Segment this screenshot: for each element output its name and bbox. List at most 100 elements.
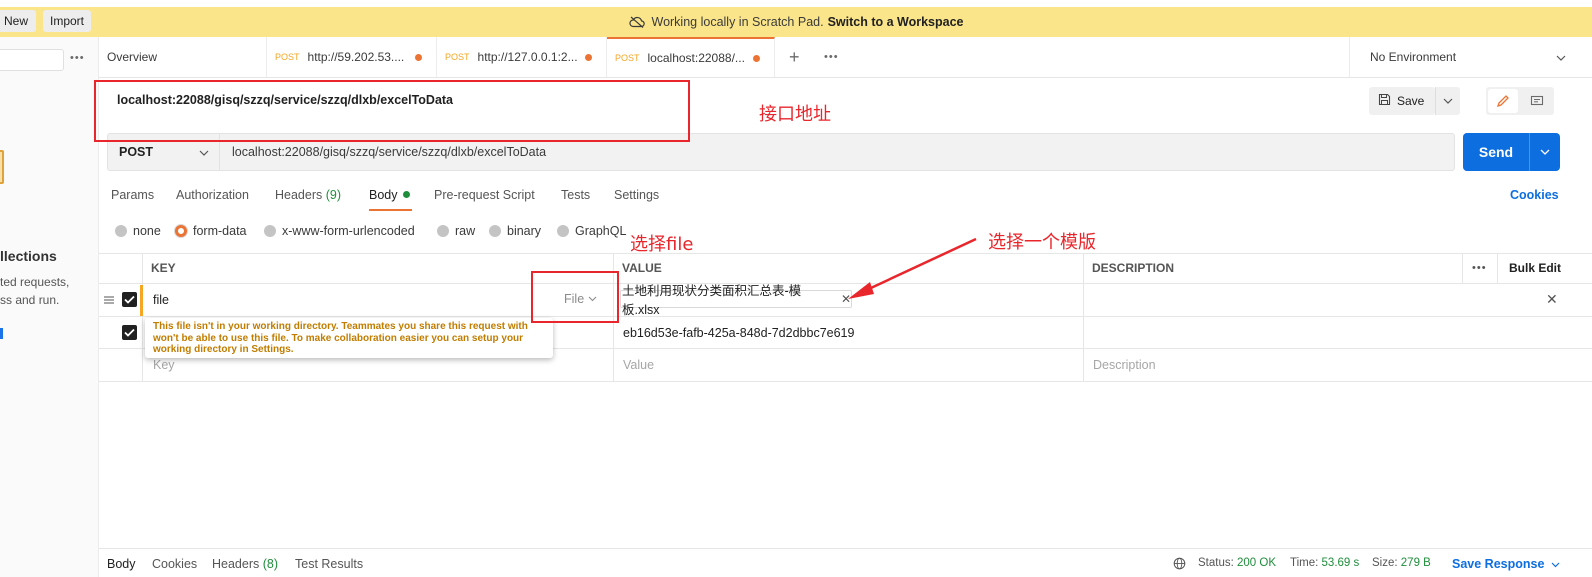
row-1-checkbox[interactable] xyxy=(122,292,137,307)
send-button[interactable]: Send xyxy=(1463,133,1529,171)
row-1-key[interactable]: file xyxy=(153,293,169,307)
radio-circle xyxy=(115,225,127,237)
tab-label: http://127.0.0.1:2... xyxy=(477,50,578,64)
radio-binary[interactable]: binary xyxy=(489,224,541,238)
send-dropdown-button[interactable] xyxy=(1529,133,1560,171)
column-divider xyxy=(1462,253,1463,284)
radio-label: raw xyxy=(455,224,476,238)
url-text: localhost:22088/gisq/szzq/service/szzq/d… xyxy=(232,145,547,159)
comment-icon xyxy=(1530,95,1544,105)
drag-handle-icon[interactable] xyxy=(103,294,115,308)
tab-method: POST xyxy=(615,53,640,63)
environment-selector[interactable]: No Environment xyxy=(1349,37,1592,77)
size-value: 279 B xyxy=(1400,557,1431,569)
headers-count: (9) xyxy=(325,188,342,202)
chevron-down-icon xyxy=(199,145,209,159)
save-label: Save xyxy=(1397,94,1425,108)
response-headers-label: Headers xyxy=(212,557,260,571)
row-divider xyxy=(99,381,1592,382)
size-label: Size: xyxy=(1372,557,1398,569)
row-focus-accent xyxy=(140,285,143,316)
table-more-icon[interactable]: ••• xyxy=(1472,262,1487,274)
sidebar-empty-heading: llections xyxy=(0,248,57,264)
radio-circle-selected xyxy=(175,225,187,237)
save-response-label: Save Response xyxy=(1452,557,1545,571)
column-divider xyxy=(1083,253,1084,381)
file-warning-tooltip: This file isn't in your working director… xyxy=(145,318,553,358)
pencil-icon xyxy=(1496,95,1509,108)
response-size: Size: 279 B xyxy=(1372,557,1431,569)
tab-label: Overview xyxy=(107,50,158,64)
radio-graphql[interactable]: GraphQL xyxy=(557,224,626,238)
tab-authorization[interactable]: Authorization xyxy=(176,188,249,202)
status-value: 200 OK xyxy=(1237,557,1277,569)
row-2-checkbox[interactable] xyxy=(122,325,137,340)
body-active-dot-icon xyxy=(402,191,410,198)
tab-body-label: Body xyxy=(369,188,398,202)
chevron-down-icon xyxy=(1443,98,1453,104)
tab-headers[interactable]: Headers (9) xyxy=(275,188,341,202)
tab-tests[interactable]: Tests xyxy=(561,188,590,202)
edit-pencil-button[interactable] xyxy=(1488,89,1518,113)
switch-workspace-link[interactable]: Switch to a Workspace xyxy=(828,15,964,29)
sidebar-link[interactable] xyxy=(0,328,3,339)
row-divider xyxy=(99,316,1592,317)
radio-raw[interactable]: raw xyxy=(437,224,475,238)
delete-row-icon[interactable]: ✕ xyxy=(1546,291,1558,308)
new-tab-plus-icon[interactable]: + xyxy=(789,47,800,68)
cloud-off-icon xyxy=(628,16,645,28)
banner-text: Working locally in Scratch Pad. xyxy=(651,15,824,29)
tab-request-1[interactable]: POST http://59.202.53.... xyxy=(267,37,437,77)
tabs-more-icon[interactable]: ••• xyxy=(824,51,839,63)
tab-headers-label: Headers xyxy=(275,188,323,202)
unsaved-dot-icon xyxy=(415,53,422,61)
sidebar-more-icon[interactable]: ••• xyxy=(70,52,85,64)
time-label: Time: xyxy=(1290,557,1319,569)
column-divider xyxy=(142,253,143,381)
radio-label: GraphQL xyxy=(575,224,627,238)
bulk-edit-link[interactable]: Bulk Edit xyxy=(1509,261,1561,275)
annotation-arrow-icon xyxy=(848,237,977,299)
cookies-link[interactable]: Cookies xyxy=(1510,188,1559,202)
new-description-input[interactable]: Description xyxy=(1093,358,1156,372)
annotation-template-label: 选择一个模版 xyxy=(988,232,1096,253)
tab-request-active[interactable]: POST localhost:22088/... xyxy=(607,37,775,77)
tab-body[interactable]: Body xyxy=(369,188,410,202)
comments-button[interactable] xyxy=(1522,89,1552,113)
annotation-file-box xyxy=(531,271,619,323)
tab-request-2[interactable]: POST http://127.0.0.1:2... xyxy=(437,37,607,77)
tab-prerequest-script[interactable]: Pre-request Script xyxy=(434,188,535,202)
new-key-input[interactable]: Key xyxy=(153,358,175,372)
annotation-file-label: 选择file xyxy=(630,234,694,255)
tab-settings[interactable]: Settings xyxy=(614,188,659,202)
selected-file-name: 土地利用现状分类面积汇总表-模板.xlsx xyxy=(622,284,802,317)
radio-label: x-www-form-urlencoded xyxy=(282,224,415,238)
row-2-value[interactable]: eb16d53e-fafb-425a-848d-7d2dbbc7e619 xyxy=(623,326,854,340)
globe-icon[interactable] xyxy=(1173,557,1186,573)
radio-circle xyxy=(264,225,276,237)
import-button[interactable]: Import xyxy=(43,10,91,32)
column-divider xyxy=(1497,253,1498,284)
save-response-button[interactable]: Save Response xyxy=(1452,557,1560,571)
tab-method: POST xyxy=(445,52,470,62)
response-tab-test-results[interactable]: Test Results xyxy=(295,557,363,571)
radio-x-www-form-urlencoded[interactable]: x-www-form-urlencoded xyxy=(264,224,415,238)
column-header-description: DESCRIPTION xyxy=(1092,261,1175,275)
chevron-down-icon xyxy=(1551,562,1560,568)
new-button[interactable]: New xyxy=(0,10,36,32)
collections-illustration xyxy=(0,150,4,184)
radio-none[interactable]: none xyxy=(115,224,161,238)
response-tab-cookies[interactable]: Cookies xyxy=(152,557,197,571)
tab-overview[interactable]: Overview xyxy=(99,37,267,77)
selected-file-chip[interactable]: 土地利用现状分类面积汇总表-模板.xlsx ✕ xyxy=(620,284,852,317)
save-button[interactable]: Save xyxy=(1369,87,1435,115)
save-dropdown-button[interactable] xyxy=(1435,87,1460,115)
environment-label: No Environment xyxy=(1370,50,1457,64)
new-value-input[interactable]: Value xyxy=(623,358,654,372)
response-tab-headers[interactable]: Headers (8) xyxy=(212,557,278,571)
radio-form-data[interactable]: form-data xyxy=(175,224,247,238)
scratch-pad-banner: Working locally in Scratch Pad. Switch t… xyxy=(0,7,1592,37)
sidebar-search-input[interactable] xyxy=(0,49,64,71)
tab-params[interactable]: Params xyxy=(111,188,154,202)
response-tab-body[interactable]: Body xyxy=(107,557,136,571)
